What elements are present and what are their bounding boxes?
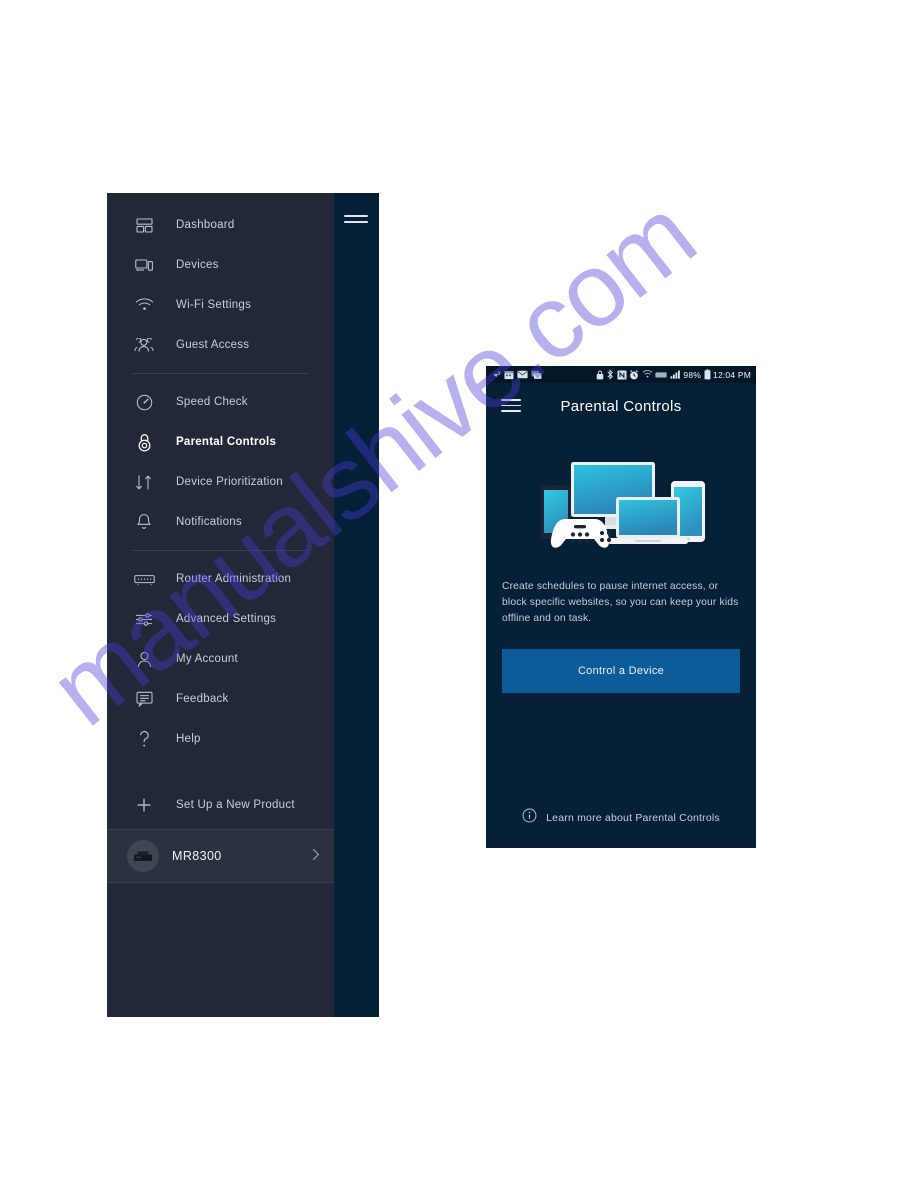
sidebar-item-guest-access[interactable]: Guest Access [107,325,334,365]
nfc-icon [617,369,627,380]
wifi-icon [642,370,653,378]
current-device-row[interactable]: MR8300 [107,829,334,883]
sidebar-item-label: Speed Check [176,396,248,408]
sidebar-item-label: Wi-Fi Settings [176,299,252,311]
drawer-group-2: Speed Check Parental Controls Device Pri… [107,382,334,542]
divider [132,550,309,551]
page-root: manualshive.com Dashboard Devices Wi-Fi … [0,0,918,1188]
divider [132,373,309,374]
status-bar-left-icons [491,370,542,380]
sidebar-item-feedback[interactable]: Feedback [107,679,334,719]
status-bar: 98% 12:04 PM [486,366,756,383]
bell-icon [131,511,157,533]
messages-icon [531,370,542,379]
alarm-icon [630,369,639,379]
app-bar: Parental Controls [486,383,756,429]
page-title: Parental Controls [560,397,682,415]
info-icon [522,808,537,828]
sidebar-item-dashboard[interactable]: Dashboard [107,205,334,245]
sidebar-item-label: Dashboard [176,219,235,231]
sidebar-item-label: My Account [176,653,238,665]
lock-icon [596,370,604,379]
hamburger-menu-icon[interactable] [344,215,368,229]
sidebar-item-my-account[interactable]: My Account [107,639,334,679]
hd-voice-icon [655,371,668,377]
drawer-footer-block: Set Up a New Product MR8300 [107,781,334,883]
router-icon [131,568,157,590]
drawer-backdrop-strip [334,193,379,1017]
sidebar-item-parental-controls[interactable]: Parental Controls [107,422,334,462]
question-mark-icon [131,728,157,750]
sidebar-item-help[interactable]: Help [107,719,334,759]
status-bar-right: 98% 12:04 PM [596,369,751,380]
devices-icon [131,254,157,276]
sidebar-item-advanced-settings[interactable]: Advanced Settings [107,599,334,639]
sidebar-item-label: Feedback [176,693,229,705]
battery-percent-label: 98% [683,369,702,380]
sidebar-item-wifi-settings[interactable]: Wi-Fi Settings [107,285,334,325]
sidebar-item-label: Device Prioritization [176,476,283,488]
phone-screenshot: 98% 12:04 PM Parental Controls Create sc… [486,366,756,848]
sidebar-item-label: Router Administration [176,573,292,585]
guest-access-icon [131,334,157,356]
clock-label: 12:04 PM [713,369,751,380]
sidebar-item-label: Devices [176,259,219,271]
signal-bars-icon [670,370,680,379]
phone-missed-icon [492,370,501,377]
drawer-group-3: Router Administration Advanced Settings [107,559,334,759]
learn-more-label: Learn more about Parental Controls [546,812,720,824]
sidebar-item-devices[interactable]: Devices [107,245,334,285]
drawer-menu-list: Dashboard Devices Wi-Fi Settings Guest A… [107,193,334,759]
lock-icon [131,431,157,453]
drawer-group-1: Dashboard Devices Wi-Fi Settings Guest A… [107,193,334,365]
plus-icon [131,797,157,813]
setup-new-product-button[interactable]: Set Up a New Product [107,781,334,829]
device-name-label: MR8300 [172,849,222,863]
sidebar-item-notifications[interactable]: Notifications [107,502,334,542]
description-text: Create schedules to pause internet acces… [502,581,739,624]
sidebar-item-speed-check[interactable]: Speed Check [107,382,334,422]
wifi-icon [131,294,157,316]
user-icon [131,648,157,670]
sliders-icon [131,608,157,630]
sidebar-item-device-prioritization[interactable]: Device Prioritization [107,462,334,502]
dashboard-icon [131,214,157,236]
setup-new-product-label: Set Up a New Product [176,799,295,811]
router-thumbnail-icon [127,840,159,872]
control-a-device-button[interactable]: Control a Device [502,649,740,693]
calendar-icon [504,370,514,379]
learn-more-link[interactable]: Learn more about Parental Controls [486,808,756,828]
sidebar-item-label: Notifications [176,516,242,528]
speedometer-icon [131,391,157,413]
bluetooth-icon [607,369,614,380]
sidebar-item-router-administration[interactable]: Router Administration [107,559,334,599]
app-drawer-screenshot: Dashboard Devices Wi-Fi Settings Guest A… [107,193,379,1017]
chat-bubble-icon [131,688,157,710]
mail-icon [517,370,528,379]
sidebar-item-label: Help [176,733,201,745]
chevron-right-icon [312,848,320,864]
sidebar-item-label: Parental Controls [176,436,277,448]
sidebar-item-label: Advanced Settings [176,613,277,625]
sidebar-item-label: Guest Access [176,339,250,351]
battery-icon [704,369,710,380]
devices-illustration [486,429,756,579]
up-down-arrows-icon [131,471,157,493]
hamburger-menu-icon[interactable] [501,399,521,412]
